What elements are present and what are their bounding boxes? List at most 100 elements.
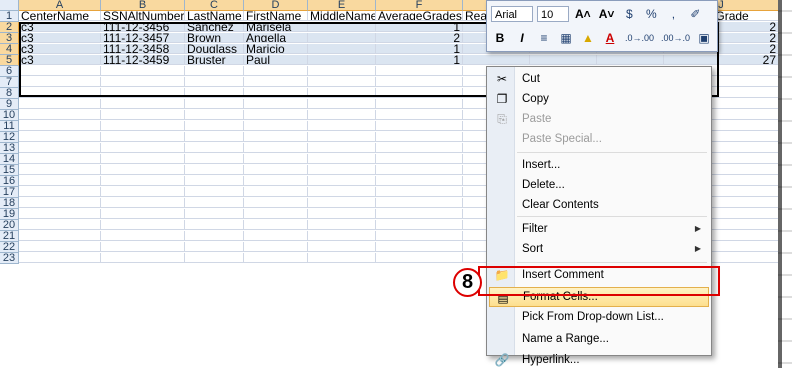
grid-cell[interactable] <box>185 198 244 208</box>
grid-cell[interactable] <box>308 165 376 175</box>
grid-cell[interactable] <box>244 66 308 76</box>
row-header[interactable]: 19 <box>0 209 19 220</box>
column-header-d[interactable]: D <box>244 0 308 11</box>
grid-cell[interactable] <box>376 165 463 175</box>
row-header[interactable]: 15 <box>0 165 19 176</box>
menu-item-clear-contents[interactable]: Clear Contents <box>489 195 709 215</box>
grid-cell[interactable] <box>101 154 185 164</box>
row-header[interactable]: 7 <box>0 77 19 88</box>
fill-color-icon[interactable]: ▲ <box>579 29 597 47</box>
row-header[interactable]: 4 <box>0 44 19 55</box>
grid-cell[interactable] <box>376 242 463 252</box>
row-header[interactable]: 23 <box>0 253 19 264</box>
grid-cell[interactable] <box>185 176 244 186</box>
column-header-c[interactable]: C <box>185 0 244 11</box>
grid-cell[interactable] <box>185 66 244 76</box>
grid-cell[interactable] <box>244 121 308 131</box>
merge-cells-icon[interactable]: ▣ <box>695 29 713 47</box>
grid-cell[interactable]: SSNAltNumber <box>101 11 185 21</box>
grid-cell[interactable]: 2 <box>376 33 463 43</box>
grid-cell[interactable] <box>376 220 463 230</box>
grid-cell[interactable] <box>19 88 101 98</box>
grid-cell[interactable] <box>185 77 244 87</box>
grid-cell[interactable] <box>308 77 376 87</box>
row-header[interactable]: 11 <box>0 121 19 132</box>
grid-cell[interactable] <box>308 220 376 230</box>
row-header[interactable]: 22 <box>0 242 19 253</box>
grid-cell[interactable] <box>19 198 101 208</box>
grid-cell[interactable] <box>185 187 244 197</box>
grid-cell[interactable] <box>244 176 308 186</box>
grid-cell[interactable]: MiddleName <box>308 11 376 21</box>
grid-cell[interactable] <box>530 55 597 65</box>
grid-cell[interactable] <box>244 132 308 142</box>
row-header[interactable]: 8 <box>0 88 19 99</box>
grid-cell[interactable]: 111-12-3457 <box>101 33 185 43</box>
grid-cell[interactable] <box>308 33 376 43</box>
grid-cell[interactable] <box>101 66 185 76</box>
grid-cell[interactable] <box>376 66 463 76</box>
grid-cell[interactable] <box>308 253 376 263</box>
grid-cell[interactable] <box>376 253 463 263</box>
grid-cell[interactable] <box>308 88 376 98</box>
center-align-icon[interactable]: ≡ <box>535 29 553 47</box>
grid-cell[interactable] <box>19 242 101 252</box>
borders-icon[interactable]: ▦ <box>557 29 575 47</box>
column-header-a[interactable]: A <box>19 0 101 11</box>
grid-cell[interactable] <box>185 165 244 175</box>
grid-cell[interactable] <box>185 209 244 219</box>
menu-item-filter[interactable]: Filter ▶ <box>489 219 709 239</box>
grid-cell[interactable] <box>244 154 308 164</box>
grid-cell[interactable]: 1 <box>376 55 463 65</box>
row-header[interactable]: 14 <box>0 154 19 165</box>
menu-item-cut[interactable]: ✂ Cut <box>489 69 709 89</box>
menu-item-delete[interactable]: Delete... <box>489 175 709 195</box>
grid-cell[interactable] <box>463 55 530 65</box>
grid-cell[interactable] <box>185 99 244 109</box>
grid-cell[interactable]: Brown <box>185 33 244 43</box>
menu-item-hyperlink[interactable]: 🔗 Hyperlink... <box>489 350 709 370</box>
grid-cell[interactable] <box>244 231 308 241</box>
row-header[interactable]: 6 <box>0 66 19 77</box>
grid-cell[interactable] <box>101 231 185 241</box>
grid-cell[interactable] <box>19 154 101 164</box>
grid-cell[interactable] <box>244 187 308 197</box>
grid-cell[interactable] <box>244 198 308 208</box>
grid-cell[interactable] <box>376 77 463 87</box>
grid-cell[interactable] <box>101 220 185 230</box>
grid-cell[interactable] <box>19 77 101 87</box>
grid-cell[interactable] <box>101 187 185 197</box>
font-color-icon[interactable]: A <box>601 29 619 47</box>
row-header[interactable]: 17 <box>0 187 19 198</box>
grid-cell[interactable] <box>185 242 244 252</box>
grid-cell[interactable] <box>376 198 463 208</box>
increase-decimal-button[interactable]: .0→.00 <box>623 29 655 47</box>
row-header[interactable]: 1 <box>0 11 19 22</box>
row-header[interactable]: 5 <box>0 55 19 66</box>
grid-cell[interactable] <box>101 253 185 263</box>
grid-cell[interactable] <box>185 220 244 230</box>
column-header-f[interactable]: F <box>376 0 463 11</box>
row-header[interactable]: 12 <box>0 132 19 143</box>
grid-cell[interactable] <box>376 231 463 241</box>
font-size-box[interactable]: 10 <box>537 6 569 22</box>
grid-cell[interactable] <box>101 165 185 175</box>
grid-cell[interactable] <box>376 154 463 164</box>
grid-cell[interactable] <box>244 77 308 87</box>
grid-cell[interactable] <box>19 99 101 109</box>
grid-cell[interactable] <box>19 165 101 175</box>
grid-cell[interactable] <box>101 88 185 98</box>
grid-cell[interactable] <box>308 22 376 32</box>
menu-item-insert[interactable]: Insert... <box>489 155 709 175</box>
grid-cell[interactable]: 111-12-3459 <box>101 55 185 65</box>
grid-cell[interactable] <box>19 176 101 186</box>
grid-cell[interactable] <box>376 143 463 153</box>
grid-cell[interactable] <box>185 110 244 120</box>
grid-cell[interactable] <box>308 55 376 65</box>
bold-button[interactable]: B <box>491 29 509 47</box>
grow-font-button[interactable]: A˄ <box>573 5 593 23</box>
grid-cell[interactable]: Angella <box>244 33 308 43</box>
grid-cell[interactable] <box>244 143 308 153</box>
grid-cell[interactable] <box>244 88 308 98</box>
percent-button[interactable]: % <box>642 5 660 23</box>
